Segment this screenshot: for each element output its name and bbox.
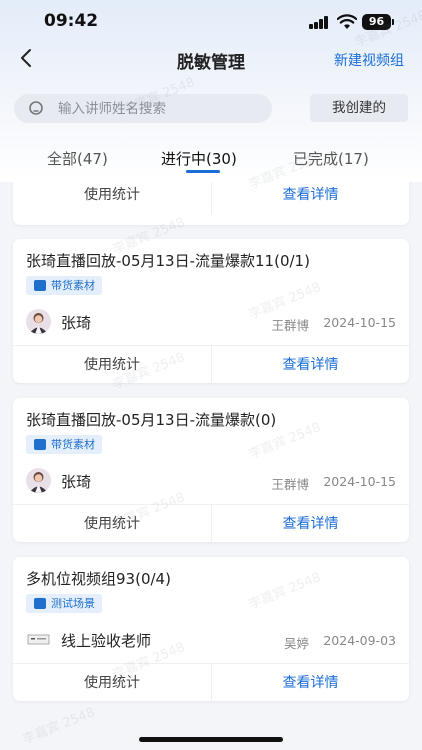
- wifi-icon: [337, 14, 357, 29]
- status-bar: 09:42 96: [0, 0, 422, 44]
- tab-in-progress[interactable]: 进行中(30): [161, 148, 237, 169]
- teacher-name: 张琦: [61, 473, 92, 491]
- list-item[interactable]: 张琦直播回放-05月13日-流量爆款(0) 带货素材 张琦 王群博 2024-1…: [13, 398, 409, 543]
- created-date: 2024-09-03: [323, 633, 396, 648]
- search-input[interactable]: [58, 94, 263, 123]
- creator-name: 王群博: [271, 318, 309, 333]
- teacher-avatar: [26, 468, 51, 493]
- teacher-name: 线上验收老师: [61, 632, 152, 650]
- view-details-button[interactable]: 查看详情: [211, 664, 409, 702]
- home-indicator: [139, 737, 283, 742]
- active-tab-indicator: [186, 170, 220, 173]
- status-tabs: 全部(47) 进行中(30) 已完成(17): [0, 140, 422, 176]
- new-video-group-button[interactable]: 新建视频组: [334, 50, 404, 70]
- teacher-avatar: [26, 627, 51, 652]
- my-created-filter-button[interactable]: 我创建的: [310, 94, 408, 122]
- video-group-title: 张琦直播回放-05月13日-流量爆款(0): [26, 411, 277, 429]
- card-actions: 使用统计 查看详情: [13, 345, 409, 384]
- tab-all[interactable]: 全部(47): [47, 148, 108, 169]
- usage-stats-button[interactable]: 使用统计: [13, 346, 211, 384]
- tab-completed[interactable]: 已完成(17): [293, 148, 369, 169]
- category-tag: 带货素材: [26, 435, 102, 454]
- category-tag: 测试场景: [26, 594, 102, 613]
- video-group-title: 多机位视频组93(0/4): [26, 570, 171, 588]
- list-item: 使用统计 查看详情: [13, 182, 409, 225]
- book-icon: [34, 280, 46, 291]
- book-icon: [34, 598, 46, 609]
- teacher-name: 张琦: [61, 314, 92, 332]
- created-date: 2024-10-15: [323, 315, 396, 330]
- book-icon: [34, 439, 46, 450]
- view-details-button[interactable]: 查看详情: [211, 505, 409, 543]
- view-details-button[interactable]: 查看详情: [211, 182, 409, 214]
- video-group-list[interactable]: 使用统计 查看详情 张琦直播回放-05月13日-流量爆款11(0/1) 带货素材…: [0, 182, 422, 750]
- navigation-bar: 脱敏管理 新建视频组: [0, 44, 422, 74]
- search-bar[interactable]: [14, 94, 272, 123]
- card-actions: 使用统计 查看详情: [13, 182, 409, 214]
- list-item[interactable]: 多机位视频组93(0/4) 测试场景 线上验收老师 吴婷 2024-09-03 …: [13, 557, 409, 702]
- list-item[interactable]: 张琦直播回放-05月13日-流量爆款11(0/1) 带货素材 张琦 王群博 20…: [13, 239, 409, 384]
- battery-icon: 96: [362, 14, 391, 30]
- card-actions: 使用统计 查看详情: [13, 504, 409, 543]
- creator-name: 吴婷: [283, 636, 309, 651]
- battery-tip: [392, 19, 394, 25]
- cellular-signal-icon: [309, 16, 329, 29]
- search-icon: [29, 101, 43, 115]
- category-tag-label: 带货素材: [51, 279, 95, 292]
- category-tag-label: 带货素材: [51, 438, 95, 451]
- video-group-title: 张琦直播回放-05月13日-流量爆款11(0/1): [26, 252, 310, 270]
- status-time: 09:42: [44, 11, 99, 31]
- usage-stats-button[interactable]: 使用统计: [13, 664, 211, 702]
- card-actions: 使用统计 查看详情: [13, 663, 409, 702]
- view-details-button[interactable]: 查看详情: [211, 346, 409, 384]
- teacher-avatar: [26, 309, 51, 334]
- created-date: 2024-10-15: [323, 474, 396, 489]
- category-tag: 带货素材: [26, 276, 102, 295]
- creator-name: 王群博: [271, 477, 309, 492]
- usage-stats-button[interactable]: 使用统计: [13, 182, 211, 214]
- usage-stats-button[interactable]: 使用统计: [13, 505, 211, 543]
- category-tag-label: 测试场景: [51, 597, 95, 610]
